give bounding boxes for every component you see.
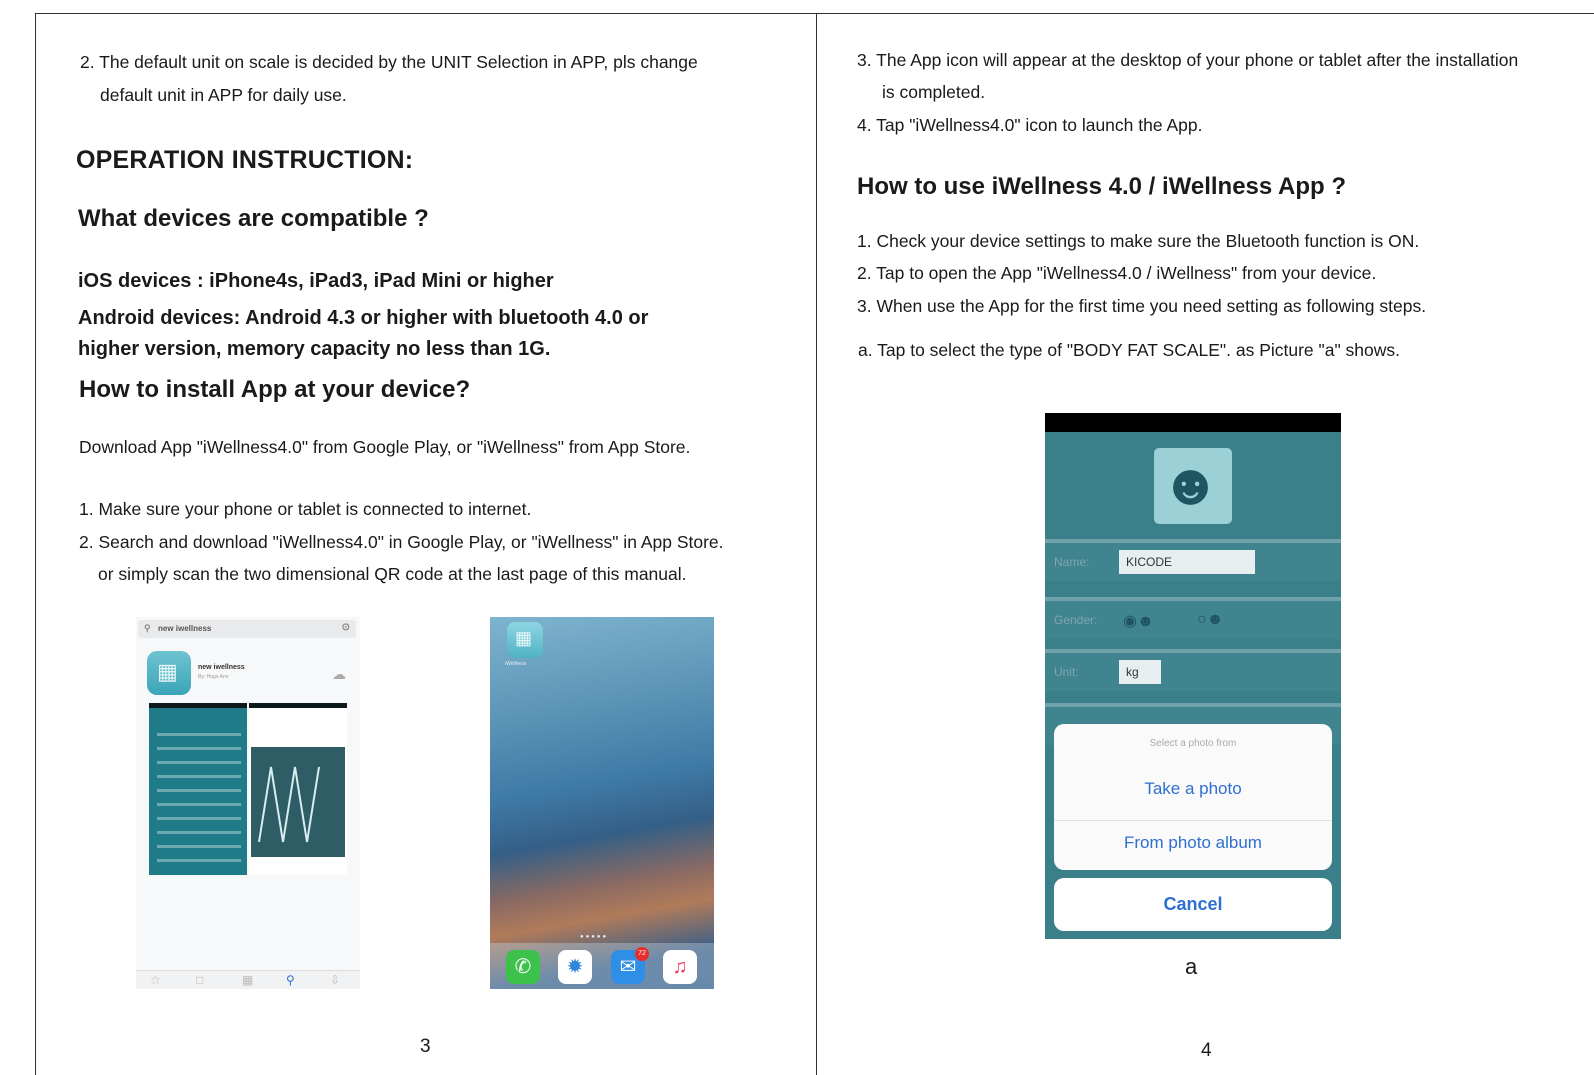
take-photo-option: Take a photo (1144, 779, 1242, 798)
install-step-2-line2: or simply scan the two dimensional QR co… (98, 564, 687, 584)
page-dots: ●●●●● (580, 934, 609, 940)
page-border-left (35, 13, 36, 1075)
calendar-icon: □ (196, 973, 204, 987)
gender-label: Gender: (1054, 613, 1098, 627)
name-row: Name: KICODE (1045, 539, 1341, 581)
clear-icon: ⊙ (341, 622, 350, 633)
page-number-right: 4 (1201, 1040, 1212, 1061)
cancel-button: Cancel (1054, 878, 1332, 931)
music-icon: ♫ (663, 950, 697, 984)
home-app-label: iWellness (505, 661, 527, 667)
install-step-4: 4. Tap "iWellness4.0" icon to launch the… (857, 115, 1203, 135)
use-step-a: a. Tap to select the type of "BODY FAT S… (858, 340, 1401, 360)
photo-album-option: From photo album (1124, 833, 1262, 852)
download-text: Download App "iWellness4.0" from Google … (79, 437, 691, 457)
ios-devices: iOS devices : iPhone4s, iPad3, iPad Mini… (78, 270, 554, 292)
install-step-3-line1: 3. The App icon will appear at the deskt… (857, 50, 1519, 70)
page-divider (816, 13, 817, 1075)
operation-title: OPERATION INSTRUCTION: (76, 146, 414, 174)
phone-icon: ✆ (506, 950, 540, 984)
android-devices-line1: Android devices: Android 4.3 or higher w… (78, 307, 649, 329)
status-bar (1045, 413, 1341, 432)
female-icon: ○☻ (1197, 611, 1224, 628)
use-step-1: 1. Check your device settings to make su… (857, 231, 1420, 251)
compatible-title: What devices are compatible ? (78, 205, 429, 232)
store-search-bar: ⚲ new iwellness ⊙ (138, 620, 356, 638)
avatar-icon: ☻ (1154, 448, 1232, 524)
preview-chart (251, 747, 345, 857)
android-devices-line2: higher version, memory capacity no less … (78, 338, 551, 360)
howto-title: How to use iWellness 4.0 / iWellness App… (857, 173, 1347, 200)
mail-badge: 72 (635, 947, 649, 961)
unit-label: Unit: (1054, 665, 1079, 679)
install-step-3-line2: is completed. (882, 82, 986, 102)
install-step-2-line1: 2. Search and download "iWellness4.0" in… (79, 532, 724, 552)
download-icon: ⇩ (330, 973, 341, 987)
cloud-download-icon: ☁ (332, 666, 346, 682)
page-number-left: 3 (420, 1036, 431, 1057)
search-icon: ⚲ (144, 623, 151, 633)
figure-caption: a (1185, 954, 1198, 979)
store-developer: By: Hugo Ann (198, 674, 229, 680)
use-step-2: 2. Tap to open the App "iWellness4.0 / i… (857, 263, 1377, 283)
unit-note-line2: default unit in APP for daily use. (100, 85, 347, 105)
profile-setup-screenshot: ☻ Name: KICODE Gender: ◉☻ ○☻ Unit: kg Se… (1045, 413, 1341, 939)
unit-field: kg (1119, 660, 1161, 684)
store-app-name: new iwellness (198, 664, 245, 671)
name-label: Name: (1054, 555, 1090, 569)
store-preview-1 (149, 703, 247, 875)
unit-note-line1: 2. The default unit on scale is decided … (80, 52, 698, 72)
app-icon: ▦ (147, 651, 191, 695)
male-icon: ◉☻ (1123, 613, 1154, 630)
name-field: KICODE (1119, 550, 1255, 574)
sheet-title: Select a photo from (1149, 738, 1237, 749)
store-preview-2 (249, 703, 347, 875)
safari-icon: ✹ (558, 950, 592, 984)
store-tab-bar: ☆ □ ▦ ⚲ ⇩ (136, 970, 360, 989)
install-step-1: 1. Make sure your phone or tablet is con… (79, 499, 532, 519)
sheet-divider (1054, 820, 1332, 821)
gender-row: Gender: ◉☻ ○☻ (1045, 597, 1341, 639)
app-store-screenshot: ⚲ new iwellness ⊙ ▦ new iwellness By: Hu… (136, 617, 360, 989)
home-screen-screenshot: ▦ iWellness ●●●●● ✆ ✹ ✉ ♫ 72 (490, 617, 714, 989)
use-step-3: 3. When use the App for the first time y… (857, 296, 1427, 316)
grid-icon: ▦ (242, 973, 254, 987)
photo-action-sheet: Select a photo from Take a photo From ph… (1054, 724, 1332, 870)
unit-row: Unit: kg (1045, 649, 1341, 691)
search-icon: ⚲ (286, 973, 295, 987)
page-border-top (35, 13, 1594, 14)
install-title: How to install App at your device? (79, 376, 471, 403)
store-search-text: new iwellness (158, 624, 212, 633)
star-icon: ☆ (150, 973, 161, 987)
app-icon: ▦ (507, 622, 543, 658)
